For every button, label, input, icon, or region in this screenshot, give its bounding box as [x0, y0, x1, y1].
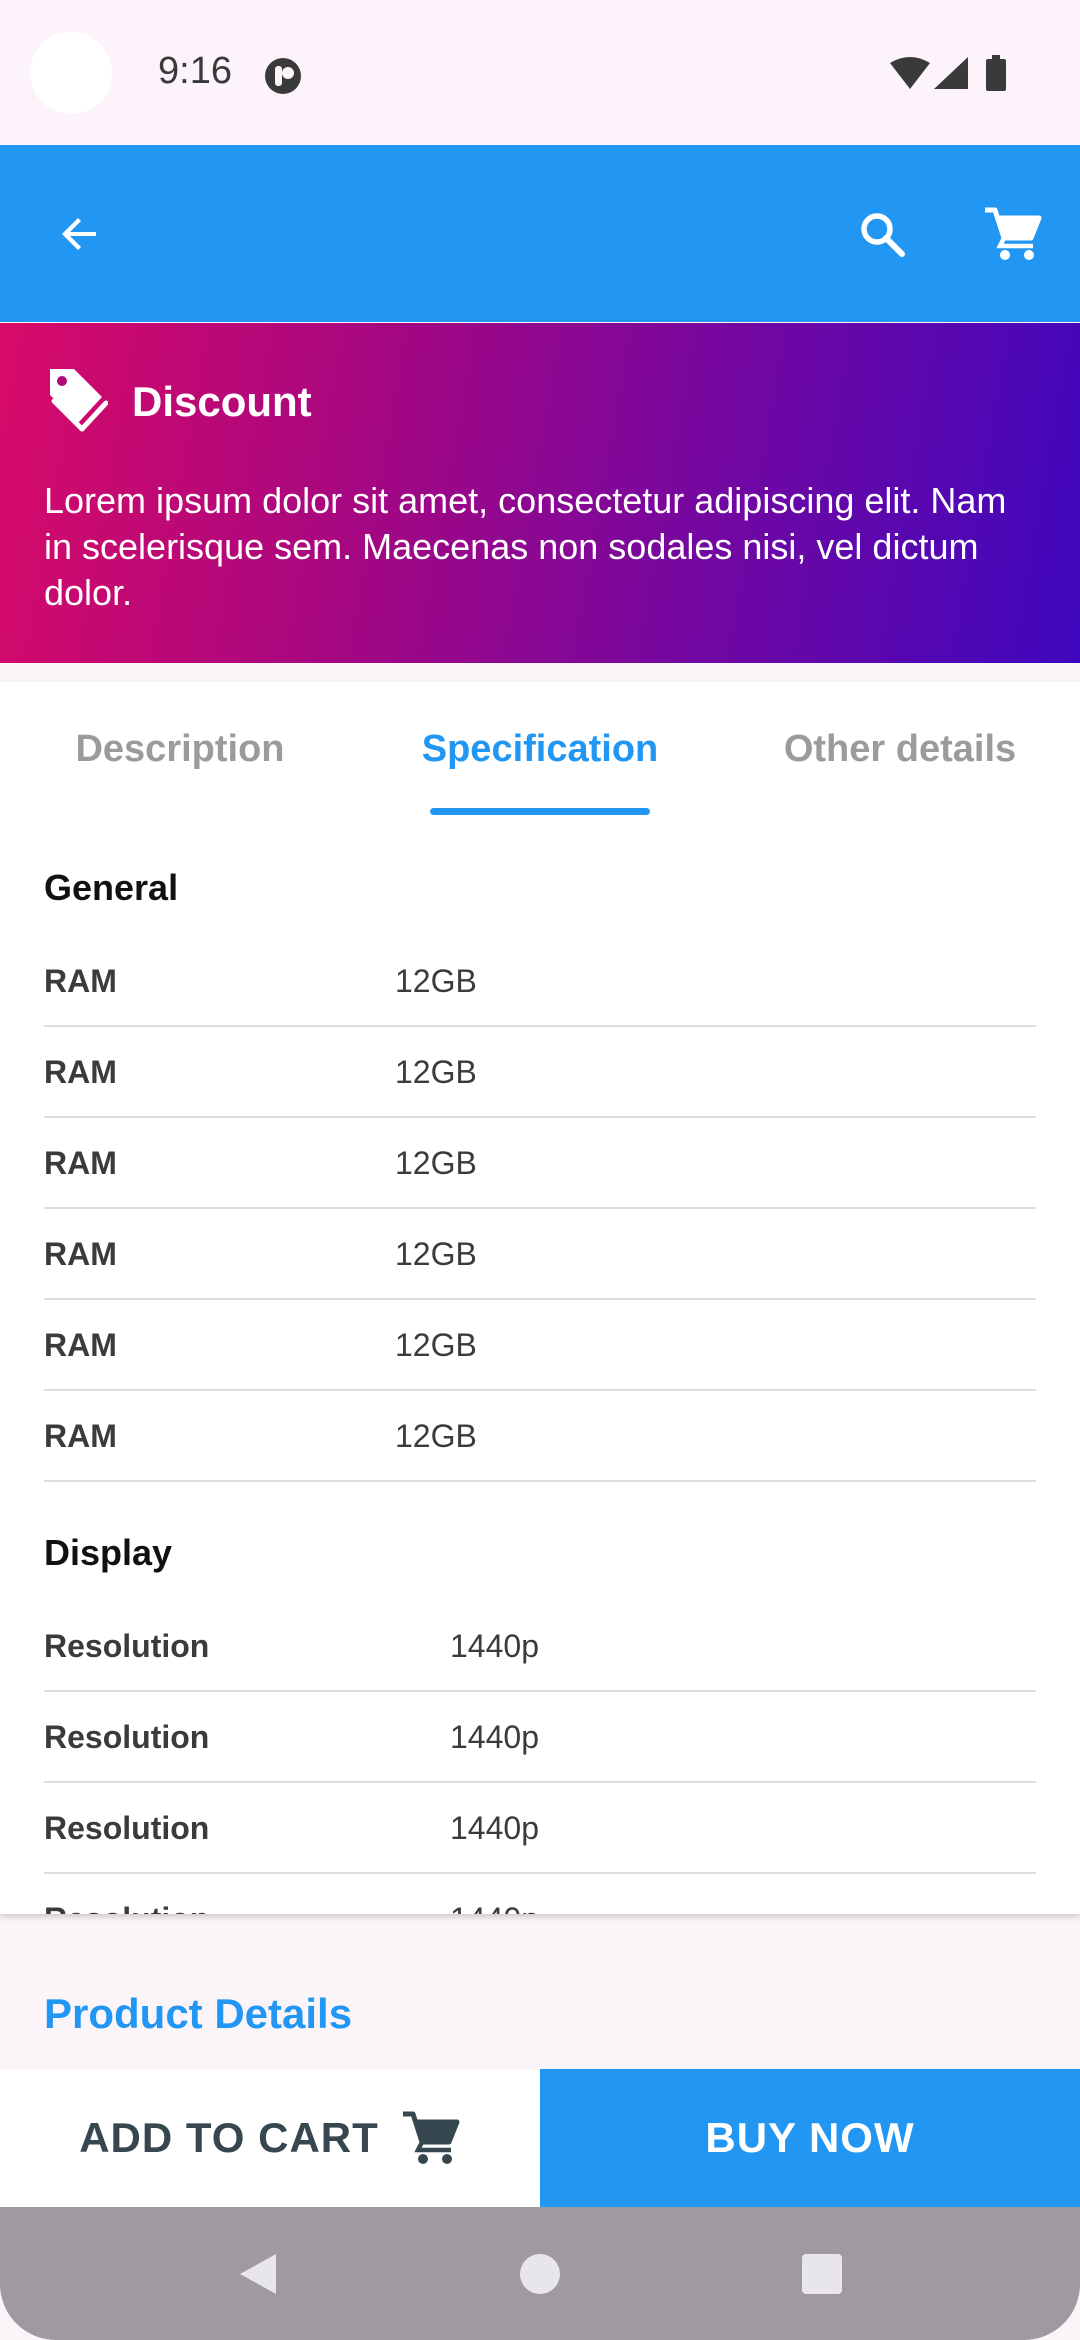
arrow-back-icon — [62, 217, 96, 250]
spec-row: RAM 12GB — [44, 1026, 1036, 1118]
spec-label: RAM — [44, 1145, 117, 1181]
spec-label: RAM — [44, 1418, 117, 1454]
spec-value: 1440p — [450, 1810, 539, 1846]
tab-indicator — [430, 808, 650, 815]
back-button[interactable] — [40, 145, 120, 322]
tab-bar: Description Specification Other details — [0, 682, 1080, 817]
buy-now-label: BUY NOW — [705, 2114, 915, 2161]
tab-description[interactable]: Description — [0, 682, 360, 817]
camera-cutout — [30, 32, 112, 114]
status-bar: 9:16 — [0, 0, 1080, 145]
discount-banner: Discount Lorem ipsum dolor sit amet, con… — [0, 323, 1080, 663]
spec-row: RAM 12GB — [44, 1117, 1036, 1209]
spec-label: RAM — [44, 1327, 117, 1363]
spec-row: RAM 12GB — [44, 1299, 1036, 1391]
nav-home-icon — [520, 2253, 560, 2294]
spec-value: 12GB — [395, 1236, 477, 1272]
spec-value: 12GB — [395, 963, 477, 999]
spec-value: 1440p — [450, 1719, 539, 1755]
spec-label: RAM — [44, 1236, 117, 1272]
app-bar — [0, 145, 1080, 322]
add-to-cart-label: ADD TO CART — [79, 2114, 379, 2161]
status-icons — [890, 55, 1006, 91]
nav-back-button[interactable] — [198, 2207, 318, 2340]
nav-back-icon — [240, 2253, 276, 2294]
spec-label: Resolution — [44, 1810, 210, 1846]
battery-icon — [986, 59, 1006, 91]
banner-text: Lorem ipsum dolor sit amet, consectetur … — [44, 480, 1007, 613]
spec-row: RAM 12GB — [44, 1208, 1036, 1300]
wifi-icon — [890, 57, 930, 89]
shopping-cart-icon — [402, 2111, 460, 2164]
spec-row: Resolution 1440p — [44, 1600, 1036, 1692]
add-to-cart-button[interactable]: ADD TO CART — [0, 2069, 540, 2207]
product-details-heading[interactable]: Product Details — [44, 1990, 352, 2038]
spec-value: 1440p — [450, 1628, 539, 1664]
spec-row: Resolution 1440p — [44, 1873, 1036, 1914]
search-button[interactable] — [844, 145, 920, 322]
buy-now-button[interactable]: BUY NOW — [540, 2069, 1080, 2207]
spec-value: 12GB — [395, 1145, 477, 1181]
status-time: 9:16 — [158, 50, 232, 92]
banner-title: Discount — [132, 378, 312, 425]
notification-app-icon — [265, 58, 301, 94]
search-icon — [861, 212, 905, 257]
spec-label: Resolution — [44, 1628, 210, 1664]
spec-row: Resolution 1440p — [44, 1691, 1036, 1783]
nav-home-button[interactable] — [480, 2207, 600, 2340]
section-title-general: General — [44, 867, 179, 908]
signal-icon — [934, 57, 968, 89]
shopping-cart-icon — [985, 207, 1042, 260]
spec-row: RAM 12GB — [44, 935, 1036, 1027]
spec-value: 12GB — [395, 1054, 477, 1090]
nav-recents-icon — [802, 2253, 842, 2294]
system-nav-bar — [0, 2207, 1080, 2340]
cart-button[interactable] — [970, 145, 1056, 322]
nav-recents-button[interactable] — [762, 2207, 882, 2340]
spec-label: Resolution — [44, 1719, 210, 1755]
spec-value: 1440p — [450, 1901, 539, 1914]
section-title-display: Display — [44, 1532, 173, 1573]
spec-value: 12GB — [395, 1418, 477, 1454]
spec-label: Resolution — [44, 1901, 209, 1914]
spec-label: RAM — [44, 1054, 117, 1090]
spec-row: RAM 12GB — [44, 1390, 1036, 1482]
spec-label: RAM — [44, 963, 117, 999]
tab-specification[interactable]: Specification — [360, 682, 720, 817]
spec-value: 12GB — [395, 1327, 477, 1363]
product-info-card: Description Specification Other details … — [0, 682, 1080, 1914]
spec-row: Resolution 1440p — [44, 1782, 1036, 1874]
tab-other-details[interactable]: Other details — [720, 682, 1080, 817]
tag-icon — [50, 369, 108, 432]
